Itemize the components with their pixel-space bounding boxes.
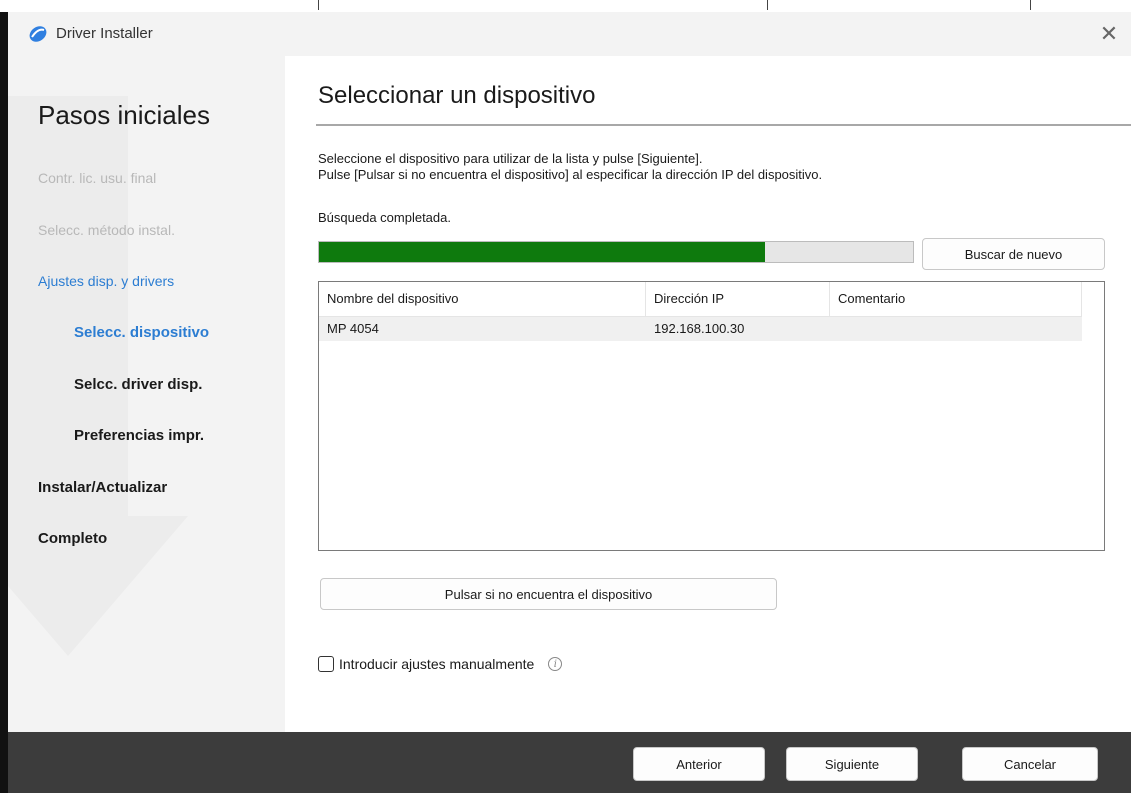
search-again-button[interactable]: Buscar de nuevo xyxy=(922,238,1105,270)
sidebar-heading: Pasos iniciales xyxy=(38,100,210,130)
close-icon: ✕ xyxy=(1099,21,1119,47)
app-logo-icon xyxy=(29,26,47,42)
progress-fill xyxy=(319,242,765,262)
sidebar-step-print-preferences: Preferencias impr. xyxy=(74,427,205,444)
footer-bar: Anterior Siguiente Cancelar xyxy=(8,732,1131,793)
title-divider xyxy=(316,124,1131,126)
sidebar-step-install-update: Instalar/Actualizar xyxy=(38,479,168,496)
window-title: Driver Installer xyxy=(56,25,153,42)
search-progress-bar xyxy=(318,241,914,263)
column-header-comment[interactable]: Comentario xyxy=(830,282,1082,316)
instructions: Seleccione el dispositivo para utilizar … xyxy=(318,151,822,183)
main-panel: Seleccionar un dispositivo Seleccione el… xyxy=(285,56,1131,732)
column-header-ip-address[interactable]: Dirección IP xyxy=(646,282,830,316)
instruction-line-2: Pulse [Pulsar si no encuentra el disposi… xyxy=(318,167,823,182)
background-window-strip xyxy=(0,0,1131,12)
manual-settings-option: Introducir ajustes manualmente i xyxy=(318,654,563,674)
info-icon[interactable]: i xyxy=(548,657,563,671)
cancel-button[interactable]: Cancelar xyxy=(962,747,1098,781)
manual-settings-label[interactable]: Introducir ajustes manualmente xyxy=(339,656,534,672)
instruction-line-1: Seleccione el dispositivo para utilizar … xyxy=(318,151,703,166)
column-header-device-name[interactable]: Nombre del dispositivo xyxy=(319,282,646,316)
page-title: Seleccionar un dispositivo xyxy=(318,82,596,109)
device-not-found-button[interactable]: Pulsar si no encuentra el dispositivo xyxy=(320,578,777,610)
device-name-cell: MP 4054 xyxy=(327,321,379,336)
manual-settings-checkbox[interactable] xyxy=(318,656,334,672)
title-bar: Driver Installer ✕ xyxy=(8,12,1131,56)
comment-cell xyxy=(830,317,838,341)
sidebar-step-select-device: Selecc. dispositivo xyxy=(74,324,210,341)
sidebar-step-eula: Contr. lic. usu. final xyxy=(38,170,157,186)
sidebar-step-install-method: Selecc. método instal. xyxy=(38,222,175,238)
table-row[interactable]: MP 4054 192.168.100.30 xyxy=(319,317,1082,341)
ip-address-cell: 192.168.100.30 xyxy=(654,321,745,336)
sidebar-step-device-settings: Ajustes disp. y drivers xyxy=(38,273,175,289)
steps-sidebar: Pasos iniciales Contr. lic. usu. final S… xyxy=(8,56,285,732)
background-edge xyxy=(0,0,8,793)
installer-window: Driver Installer ✕ Pasos iniciales Contr… xyxy=(8,12,1131,793)
close-button[interactable]: ✕ xyxy=(1095,20,1123,48)
device-list-header: Nombre del dispositivo Dirección IP Come… xyxy=(319,282,1082,317)
search-status: Búsqueda completada. xyxy=(318,210,451,225)
device-list[interactable]: Nombre del dispositivo Dirección IP Come… xyxy=(318,281,1105,551)
back-button[interactable]: Anterior xyxy=(633,747,765,781)
next-button[interactable]: Siguiente xyxy=(786,747,918,781)
sidebar-step-select-driver: Selcc. driver disp. xyxy=(74,376,203,393)
sidebar-step-complete: Completo xyxy=(38,530,108,547)
